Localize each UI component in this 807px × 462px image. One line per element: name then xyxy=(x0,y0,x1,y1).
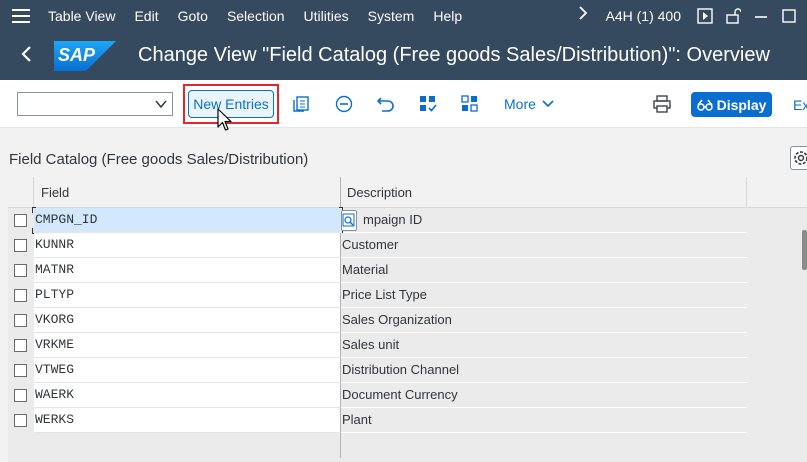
menu-system[interactable]: System xyxy=(368,8,415,24)
description-cell: Sales Organization xyxy=(341,308,747,333)
row-checkbox[interactable] xyxy=(14,239,27,252)
vertical-scrollbar[interactable] xyxy=(802,230,807,270)
column-divider xyxy=(746,177,747,208)
copy-icon[interactable] xyxy=(292,95,310,113)
system-info: A4H (1) 400 xyxy=(605,7,681,24)
maximize-icon[interactable] xyxy=(781,8,797,24)
hamburger-icon[interactable] xyxy=(12,8,30,23)
print-icon[interactable] xyxy=(653,95,671,113)
field-cell[interactable]: VRKME xyxy=(34,333,341,358)
field-cell[interactable]: CMPGN_ID xyxy=(34,208,341,233)
row-checkbox[interactable] xyxy=(14,314,27,327)
value-help-icon xyxy=(342,213,355,227)
exit-button[interactable]: Ex xyxy=(793,97,807,113)
row-checkbox[interactable] xyxy=(14,289,27,302)
field-cell[interactable]: WAERK xyxy=(34,383,341,408)
menu-table-view[interactable]: Table View xyxy=(48,8,115,24)
menu-edit[interactable]: Edit xyxy=(134,8,158,24)
field-cell[interactable]: KUNNR xyxy=(34,233,341,258)
delete-icon[interactable] xyxy=(335,95,353,113)
description-cell: Customer xyxy=(341,233,747,258)
field-cell[interactable]: VTWEG xyxy=(34,358,341,383)
row-checkbox[interactable] xyxy=(14,414,27,427)
table-row[interactable]: VKORG Sales Organization xyxy=(8,308,807,333)
page-title: Change View "Field Catalog (Free goods S… xyxy=(138,44,770,66)
row-checkbox[interactable] xyxy=(14,214,27,227)
field-cell[interactable]: WERKS xyxy=(34,408,341,433)
deselect-all-icon[interactable] xyxy=(461,95,479,113)
description-cell: Material xyxy=(341,258,747,283)
command-field[interactable] xyxy=(17,92,173,116)
field-cell[interactable]: VKORG xyxy=(34,308,341,333)
gear-icon xyxy=(794,151,807,165)
back-icon[interactable] xyxy=(20,43,40,69)
toolbar: New Entries More Display Ex xyxy=(0,80,807,128)
description-cell: Distribution Channel xyxy=(341,358,747,383)
table-header: Field Description xyxy=(8,177,807,208)
mouse-cursor-icon xyxy=(217,108,232,131)
section-title: Field Catalog (Free goods Sales/Distribu… xyxy=(9,151,309,168)
description-cell: Sales unit xyxy=(341,333,747,358)
table-row[interactable]: KUNNR Customer xyxy=(8,233,807,258)
table-settings-button[interactable] xyxy=(790,146,807,170)
menu-help[interactable]: Help xyxy=(433,8,462,24)
empty-row xyxy=(8,433,807,458)
empty-cell xyxy=(34,433,341,458)
undo-icon[interactable] xyxy=(376,95,395,113)
description-cell: Plant xyxy=(341,408,747,433)
column-divider[interactable] xyxy=(340,177,341,208)
table-row[interactable]: VTWEG Distribution Channel xyxy=(8,358,807,383)
menu-selection[interactable]: Selection xyxy=(227,8,285,24)
value-help-button[interactable] xyxy=(341,210,357,231)
cell-focus-corner xyxy=(32,207,36,213)
table-body: CMPGN_ID mpaign ID KUNNR Customer MATNR … xyxy=(8,207,807,458)
menu-utilities[interactable]: Utilities xyxy=(304,8,349,24)
description-cell: mpaign ID xyxy=(341,208,747,233)
chevron-down-icon[interactable] xyxy=(155,99,167,109)
row-checkbox[interactable] xyxy=(14,364,27,377)
column-header-description[interactable]: Description xyxy=(347,185,412,200)
title-bar: SAP Change View "Field Catalog (Free goo… xyxy=(0,31,807,80)
unlock-icon[interactable] xyxy=(725,7,742,24)
glasses-icon xyxy=(696,99,713,111)
minimize-icon[interactable] xyxy=(753,8,769,24)
table-row[interactable]: MATNR Material xyxy=(8,258,807,283)
column-header-field[interactable]: Field xyxy=(41,185,69,200)
more-label: More xyxy=(504,96,536,112)
sap-logo-text: SAP xyxy=(58,44,96,65)
display-label: Display xyxy=(716,96,767,113)
table-row[interactable]: VRKME Sales unit xyxy=(8,333,807,358)
field-catalog-table: Field Description CMPGN_ID mpaign ID KUN… xyxy=(8,177,807,462)
row-checkbox[interactable] xyxy=(14,389,27,402)
select-all-column[interactable] xyxy=(8,177,34,208)
row-checkbox[interactable] xyxy=(14,264,27,277)
table-row[interactable]: WAERK Document Currency xyxy=(8,383,807,408)
menu-goto[interactable]: Goto xyxy=(178,8,208,24)
sap-logo: SAP xyxy=(54,40,116,71)
display-button[interactable]: Display xyxy=(691,92,772,117)
table-row[interactable]: CMPGN_ID mpaign ID xyxy=(8,207,807,234)
field-cell[interactable]: MATNR xyxy=(34,258,341,283)
chevron-right-icon[interactable] xyxy=(578,6,588,25)
select-all-icon[interactable] xyxy=(419,95,437,113)
description-cell: Price List Type xyxy=(341,283,747,308)
chevron-down-icon xyxy=(542,100,554,108)
table-row[interactable]: WERKS Plant xyxy=(8,408,807,433)
more-menu[interactable]: More xyxy=(504,96,554,112)
description-cell: Document Currency xyxy=(341,383,747,408)
table-row[interactable]: PLTYP Price List Type xyxy=(8,283,807,308)
menu-bar: Table View Edit Goto Selection Utilities… xyxy=(0,0,807,31)
field-cell[interactable]: PLTYP xyxy=(34,283,341,308)
execute-icon[interactable] xyxy=(697,7,713,24)
row-checkbox[interactable] xyxy=(14,339,27,352)
